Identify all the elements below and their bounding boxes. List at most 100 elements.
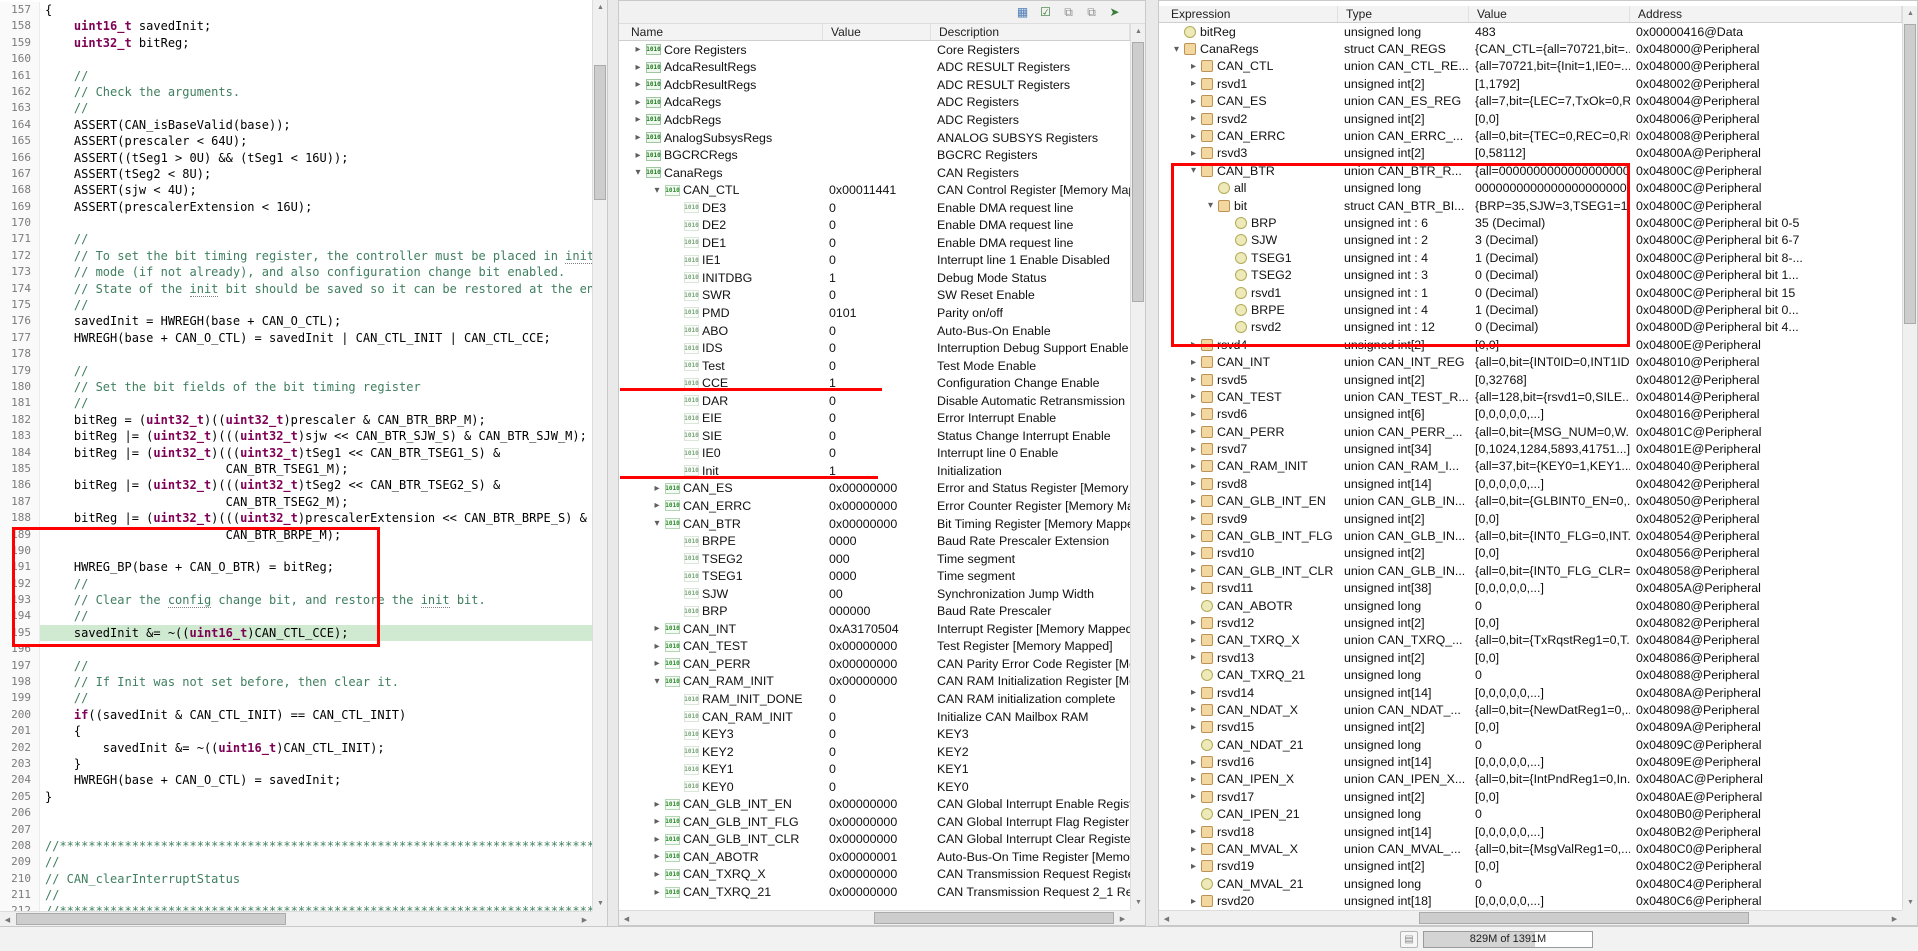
code-line[interactable]: 164 ASSERT(CAN_isBaseValid(base));	[0, 116, 592, 134]
expression-row[interactable]: all unsigned long 000000000000000000000000…	[1159, 180, 1902, 197]
code-line[interactable]: 195 savedInit &= ~((uint16_t)CAN_CTL_CCE…	[0, 624, 592, 642]
register-row[interactable]: 1010 KEY3 0 KEY3	[619, 725, 1130, 743]
expression-row[interactable]: CAN_NDAT_21 unsigned long 0 0x04809C@Periph…	[1159, 736, 1902, 753]
expand-arrow-icon[interactable]: ▸	[1186, 478, 1201, 489]
register-row[interactable]: 1010 IE1 0 Interrupt line 1 Enable Disabled	[619, 252, 1130, 270]
scroll-down-arrow-icon[interactable]: ▼	[593, 896, 607, 911]
expression-row[interactable]: CAN_ABOTR unsigned long 0 0x048080@Peripher…	[1159, 597, 1902, 614]
code-area[interactable]: 157{158 uint16_t savedInit; 159 uint32_t …	[0, 0, 592, 911]
code-line[interactable]: 187 CAN_BTR_TSEG2_M);	[0, 493, 592, 511]
collapse-arrow-icon[interactable]: ▾	[630, 167, 646, 178]
expand-arrow-icon[interactable]: ▸	[1186, 78, 1201, 89]
code-line[interactable]: 174 // State of the init bit should be s…	[0, 280, 592, 298]
scroll-down-arrow-icon[interactable]: ▼	[1131, 895, 1145, 910]
expression-row[interactable]: ▸ CAN_GLB_INT_EN union CAN_GLB_IN... {all=0…	[1159, 493, 1902, 510]
code-line[interactable]: 183 bitReg |= (uint32_t)(((uint32_t)sjw …	[0, 428, 592, 445]
code-line[interactable]: 161 //	[0, 67, 592, 84]
editor-vscroll-thumb[interactable]	[594, 65, 606, 200]
expand-arrow-icon[interactable]: ▸	[1186, 652, 1201, 663]
expand-arrow-icon[interactable]: ▸	[649, 851, 665, 862]
expand-arrow-icon[interactable]: ▸	[649, 500, 665, 511]
code-line[interactable]: 158 uint16_t savedInit;	[0, 18, 592, 35]
expand-arrow-icon[interactable]: ▸	[1186, 374, 1201, 385]
register-row[interactable]: ▸ 1010 Core Registers Core Registers	[619, 41, 1130, 59]
register-row[interactable]: 1010 TSEG1 0000 Time segment	[619, 567, 1130, 585]
register-row[interactable]: ▸ 1010 AdcbRegs ADC Registers	[619, 111, 1130, 129]
collapse-arrow-icon[interactable]: ▾	[649, 518, 665, 529]
code-line[interactable]: 171 //	[0, 231, 592, 248]
expand-arrow-icon[interactable]: ▸	[649, 641, 665, 652]
expand-arrow-icon[interactable]: ▸	[1186, 444, 1201, 455]
expression-row[interactable]: ▸ rsvd3 unsigned int[2] [0,58112] 0x04800A@P…	[1159, 145, 1902, 162]
expression-row[interactable]: ▸ rsvd20 unsigned int[18] [0,0,0,0,0,...] 0x…	[1159, 893, 1902, 910]
register-row[interactable]: 1010 CCE 1 Configuration Change Enable	[619, 374, 1130, 392]
collapse-arrow-icon[interactable]: ▾	[649, 676, 665, 687]
expression-row[interactable]: ▸ CAN_INT union CAN_INT_REG {all=0,bit={INT…	[1159, 353, 1902, 370]
collapse-arrow-icon[interactable]: ▾	[1186, 165, 1201, 176]
expand-arrow-icon[interactable]: ▸	[1186, 774, 1201, 785]
expand-arrow-icon[interactable]: ▸	[1186, 704, 1201, 715]
expand-arrow-icon[interactable]: ▸	[1186, 844, 1201, 855]
expression-row[interactable]: ▸ CAN_PERR union CAN_PERR_... {all=0,bit={M…	[1159, 423, 1902, 440]
code-line[interactable]: 192 //	[0, 575, 592, 593]
expand-arrow-icon[interactable]: ▸	[1186, 722, 1201, 733]
expand-arrow-icon[interactable]: ▸	[1186, 461, 1201, 472]
expand-arrow-icon[interactable]: ▸	[1186, 409, 1201, 420]
expression-row[interactable]: ▸ rsvd18 unsigned int[14] [0,0,0,0,0,...] 0x…	[1159, 823, 1902, 840]
column-header-type[interactable]: Type	[1338, 6, 1469, 22]
scroll-left-arrow-icon[interactable]: ◀	[0, 912, 15, 926]
expression-row[interactable]: ▸ CAN_CTL union CAN_CTL_RE... {all=70721,bi…	[1159, 58, 1902, 75]
register-row[interactable]: 1010 BRP 000000 Baud Rate Prescaler	[619, 603, 1130, 621]
registers-vertical-scrollbar[interactable]: ▲ ▼	[1130, 24, 1145, 910]
code-line[interactable]: 191 HWREG_BP(base + CAN_O_BTR) = bitReg;	[0, 559, 592, 576]
expand-arrow-icon[interactable]: ▸	[1186, 583, 1201, 594]
code-line[interactable]: 189 CAN_BTR_BRPE_M);	[0, 526, 592, 543]
expression-row[interactable]: ▸ rsvd1 unsigned int[2] [1,1792] 0x048002@Pe…	[1159, 75, 1902, 92]
code-line[interactable]: 166 ASSERT((tSeg1 > 0U) && (tSeg1 < 16U)…	[0, 149, 592, 166]
expand-arrow-icon[interactable]: ▸	[1186, 896, 1201, 907]
register-row[interactable]: ▸ 1010 CAN_ES 0x00000000 Error and Status Re…	[619, 480, 1130, 498]
register-row[interactable]: 1010 BRPE 0000 Baud Rate Prescaler Extensio…	[619, 532, 1130, 550]
expand-arrow-icon[interactable]: ▸	[630, 44, 646, 55]
select-registers-icon[interactable]: ☑	[1037, 4, 1054, 21]
editor-hscroll-thumb[interactable]	[16, 913, 286, 925]
register-row[interactable]: 1010 RAM_INIT_DONE 0 CAN RAM initialization…	[619, 690, 1130, 708]
import-registers-icon[interactable]: ⧉	[1083, 4, 1100, 21]
code-line[interactable]: 201 {	[0, 723, 592, 740]
expression-row[interactable]: ▸ rsvd17 unsigned int[2] [0,0] 0x0480AE@Peri…	[1159, 788, 1902, 805]
expression-row[interactable]: SJW unsigned int : 2 3 (Decimal) 0x04800C@P…	[1159, 232, 1902, 249]
code-line[interactable]: 186 bitReg |= (uint32_t)(((uint32_t)tSeg…	[0, 477, 592, 494]
expression-row[interactable]: ▸ rsvd2 unsigned int[2] [0,0] 0x048006@Perip…	[1159, 110, 1902, 127]
expand-arrow-icon[interactable]: ▸	[1186, 531, 1201, 542]
continuous-refresh-icon[interactable]: ➤	[1106, 4, 1123, 21]
expand-arrow-icon[interactable]: ▸	[630, 62, 646, 73]
expression-row[interactable]: ▸ rsvd14 unsigned int[14] [0,0,0,0,0,...] 0x…	[1159, 684, 1902, 701]
expand-arrow-icon[interactable]: ▸	[1186, 513, 1201, 524]
expression-row[interactable]: ▸ CAN_GLB_INT_FLG union CAN_GLB_IN... {all=…	[1159, 527, 1902, 544]
collapse-arrow-icon[interactable]: ▾	[649, 185, 665, 196]
register-row[interactable]: ▾ 1010 CAN_RAM_INIT 0x00000000 CAN RAM Initi…	[619, 673, 1130, 691]
register-row[interactable]: ▸ 1010 CAN_GLB_INT_CLR 0x00000000 CAN Global…	[619, 831, 1130, 849]
expression-row[interactable]: ▾ CanaRegs struct CAN_REGS {CAN_CTL={all=70…	[1159, 40, 1902, 57]
expand-arrow-icon[interactable]: ▸	[1186, 96, 1201, 107]
register-row[interactable]: 1010 DAR 0 Disable Automatic Retransmission	[619, 392, 1130, 410]
code-line[interactable]: 173 // mode (if not already), and also c…	[0, 264, 592, 281]
expression-row[interactable]: CAN_IPEN_21 unsigned long 0 0x0480B0@Periph…	[1159, 806, 1902, 823]
register-row[interactable]: 1010 KEY0 0 KEY0	[619, 778, 1130, 796]
column-header-name[interactable]: Name	[619, 24, 823, 40]
register-row[interactable]: ▾ 1010 CanaRegs CAN Registers	[619, 164, 1130, 182]
code-line[interactable]: 202 savedInit &= ~((uint16_t)CAN_CTL_INI…	[0, 739, 592, 756]
editor-horizontal-scrollbar[interactable]: ◀ ▶	[0, 911, 592, 926]
code-line[interactable]: 198 // If Init was not set before, then …	[0, 674, 592, 691]
register-row[interactable]: 1010 SJW 00 Synchronization Jump Width	[619, 585, 1130, 603]
expand-arrow-icon[interactable]: ▸	[649, 834, 665, 845]
expression-row[interactable]: ▸ rsvd16 unsigned int[14] [0,0,0,0,0,...] 0x…	[1159, 753, 1902, 770]
code-line[interactable]: 210 // CAN_clearInterruptStatus	[0, 870, 592, 888]
expand-arrow-icon[interactable]: ▸	[630, 150, 646, 161]
expression-row[interactable]: bitReg unsigned long 483 0x00000416@Data	[1159, 23, 1902, 40]
register-row[interactable]: 1010 EIE 0 Error Interrupt Enable	[619, 409, 1130, 427]
code-line[interactable]: 211 //	[0, 887, 592, 904]
register-row[interactable]: ▸ 1010 CAN_INT 0xA3170504 Interrupt Register…	[619, 620, 1130, 638]
code-line[interactable]: 159 uint32_t bitReg;	[0, 34, 592, 52]
expand-arrow-icon[interactable]: ▸	[1186, 826, 1201, 837]
